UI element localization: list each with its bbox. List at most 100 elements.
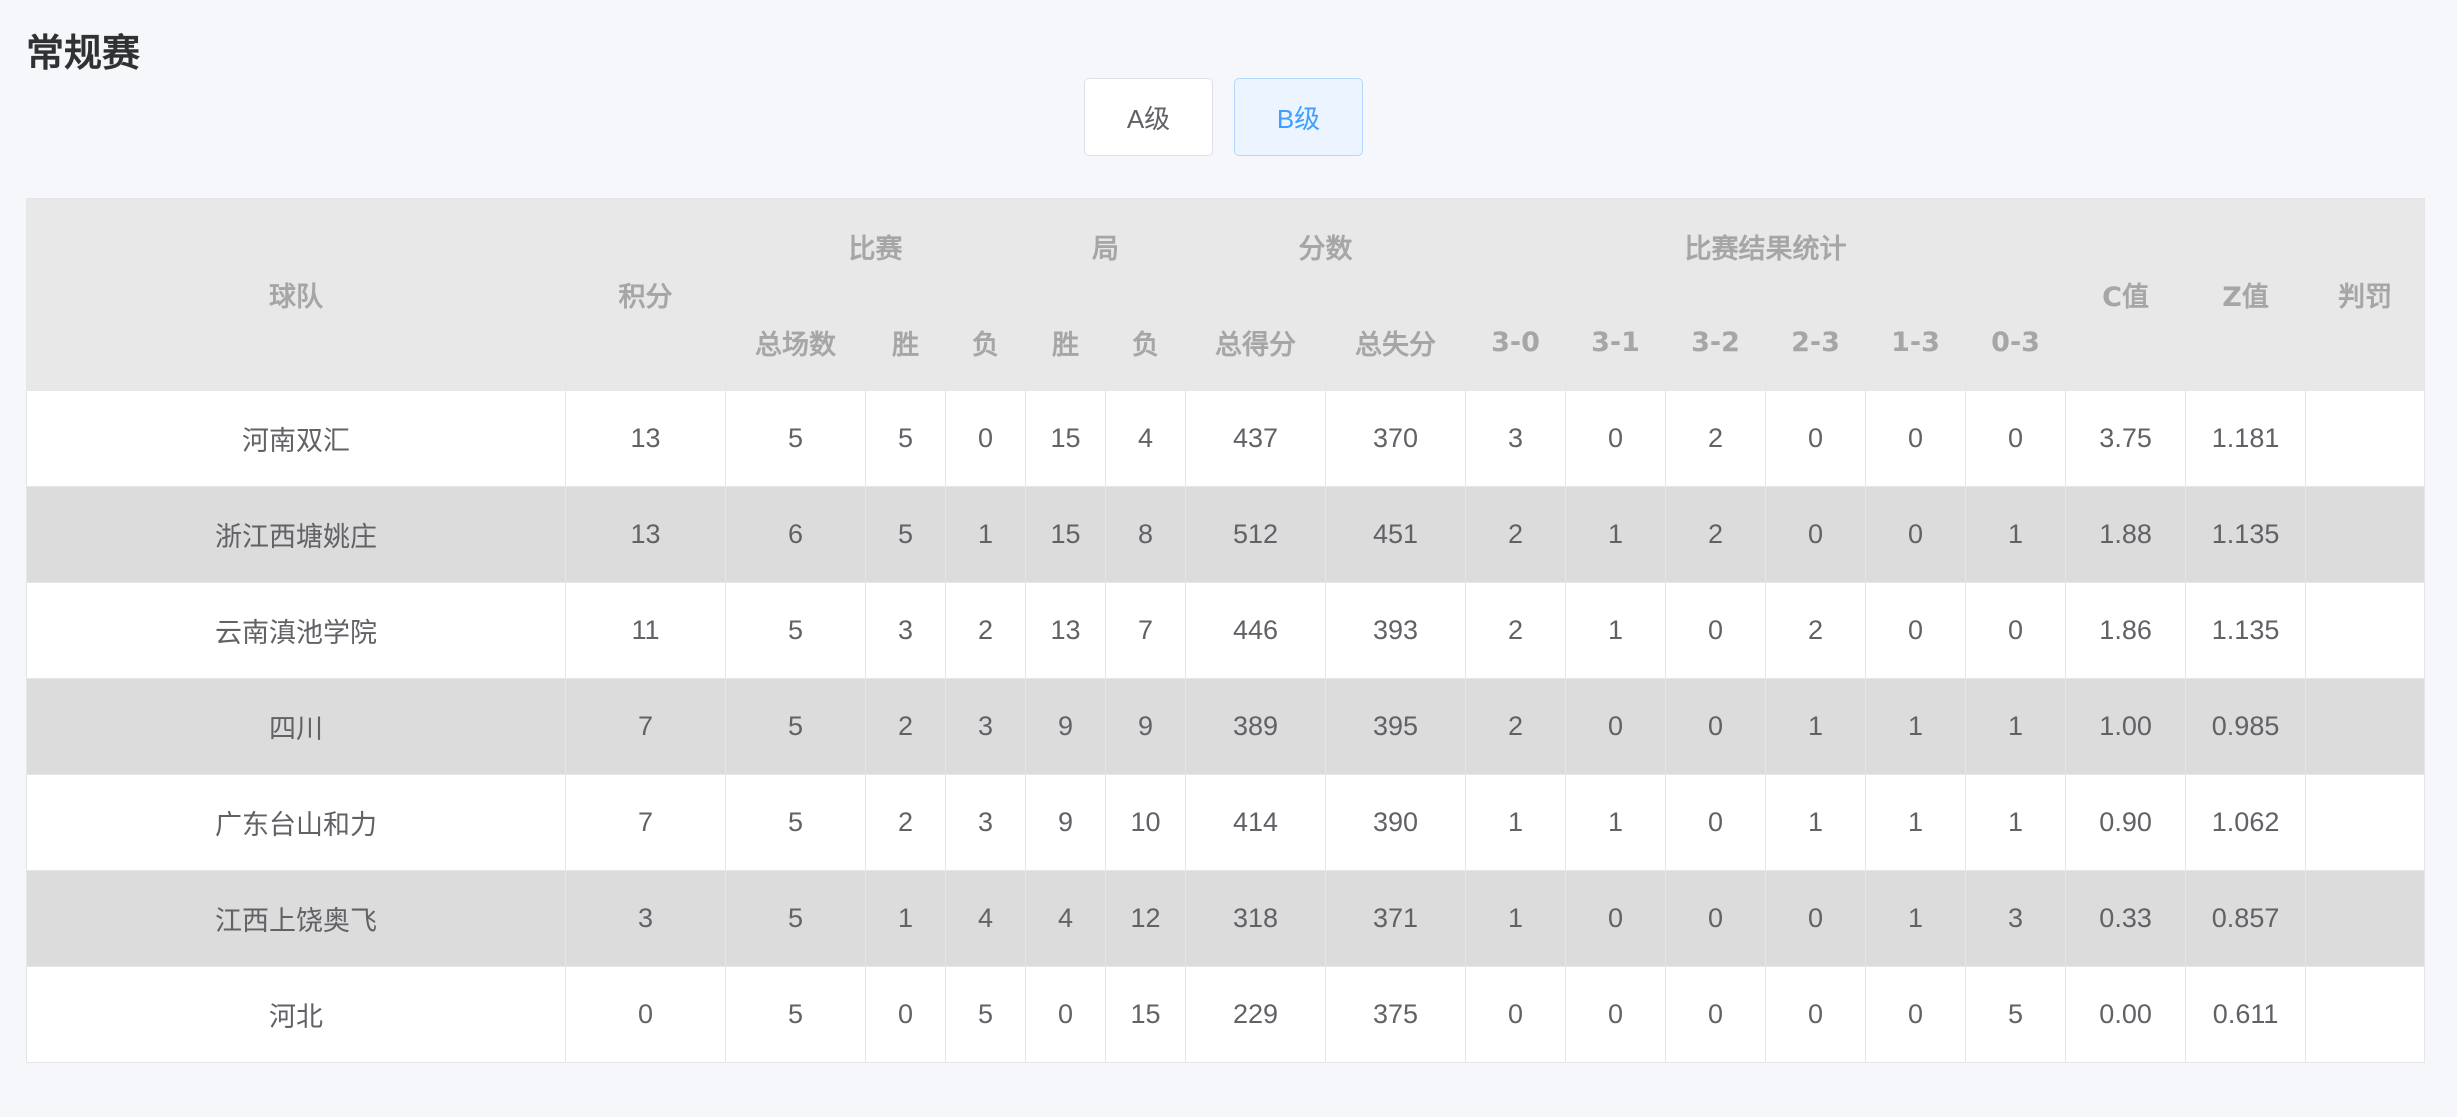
team-name-cell: 江西上饶奥飞 (26, 870, 566, 967)
header-points-against: 总失分 (1325, 293, 1467, 391)
points-cell: 3 (565, 870, 726, 967)
team-name-cell: 河南双汇 (26, 390, 566, 487)
header-games-won: 胜 (1025, 293, 1107, 391)
header-result-1-3: 1-3 (1865, 293, 1967, 391)
result-2-3-cell: 0 (1765, 486, 1867, 583)
header-result-2-3: 2-3 (1765, 293, 1867, 391)
result-2-3-cell: 0 (1765, 966, 1867, 1063)
penalty-cell (2305, 486, 2426, 583)
penalty-cell (2305, 582, 2426, 679)
points-against-cell: 395 (1325, 678, 1467, 775)
header-result-stats: 比赛结果统计 (1465, 198, 2067, 294)
result-3-0-cell: 0 (1465, 966, 1567, 1063)
page-title: 常规赛 (26, 31, 141, 75)
matches-total-cell: 5 (725, 966, 866, 1063)
result-3-1-cell: 0 (1565, 870, 1667, 967)
result-3-0-cell: 2 (1465, 582, 1567, 679)
header-games-lost: 负 (1105, 293, 1187, 391)
c-value-cell: 1.86 (2065, 582, 2187, 679)
penalty-cell (2305, 390, 2426, 487)
games-won-cell: 15 (1025, 390, 1107, 487)
points-against-cell: 375 (1325, 966, 1467, 1063)
result-3-0-cell: 1 (1465, 774, 1567, 871)
team-name-cell: 河北 (26, 966, 566, 1063)
c-value-cell: 0.00 (2065, 966, 2187, 1063)
header-points: 积分 (565, 198, 726, 391)
points-against-cell: 371 (1325, 870, 1467, 967)
result-3-1-cell: 1 (1565, 774, 1667, 871)
matches-lost-cell: 2 (944, 582, 1027, 679)
matches-total-cell: 5 (725, 774, 866, 871)
result-3-0-cell: 3 (1465, 390, 1567, 487)
matches-total-cell: 5 (725, 390, 866, 487)
level-tabs: A级 B级 (1084, 78, 1363, 156)
result-0-3-cell: 1 (1965, 774, 2067, 871)
games-won-cell: 13 (1025, 582, 1107, 679)
result-2-3-cell: 1 (1765, 678, 1867, 775)
matches-won-cell: 2 (865, 678, 946, 775)
points-for-cell: 512 (1185, 486, 1327, 583)
points-for-cell: 414 (1185, 774, 1327, 871)
points-for-cell: 389 (1185, 678, 1327, 775)
team-name-cell: 广东台山和力 (26, 774, 566, 871)
c-value-cell: 0.33 (2065, 870, 2187, 967)
result-1-3-cell: 0 (1865, 966, 1967, 1063)
header-result-0-3: 0-3 (1965, 293, 2067, 391)
tab-level-b[interactable]: B级 (1234, 78, 1363, 156)
result-1-3-cell: 0 (1865, 582, 1967, 679)
result-3-1-cell: 0 (1565, 390, 1667, 487)
result-3-0-cell: 2 (1465, 678, 1567, 775)
penalty-cell (2305, 774, 2426, 871)
header-matches-total: 总场数 (725, 293, 866, 391)
header-result-3-1: 3-1 (1565, 293, 1667, 391)
matches-won-cell: 5 (865, 390, 946, 487)
matches-lost-cell: 4 (944, 870, 1027, 967)
table-row: 浙江西塘姚庄 13 6 5 1 15 8 512 451 2 1 2 0 0 1 1.88 1.135 (26, 486, 2426, 583)
matches-lost-cell: 3 (944, 678, 1027, 775)
matches-lost-cell: 5 (944, 966, 1027, 1063)
z-value-cell: 1.181 (2185, 390, 2307, 487)
result-0-3-cell: 0 (1965, 582, 2067, 679)
points-cell: 7 (565, 678, 726, 775)
games-won-cell: 4 (1025, 870, 1107, 967)
table-row: 广东台山和力 7 5 2 3 9 10 414 390 1 1 0 1 1 1 0.90 1.062 (26, 774, 2426, 871)
header-result-3-2: 3-2 (1665, 293, 1767, 391)
games-won-cell: 0 (1025, 966, 1107, 1063)
header-matches-lost: 负 (944, 293, 1027, 391)
header-result-3-0: 3-0 (1465, 293, 1567, 391)
result-2-3-cell: 1 (1765, 774, 1867, 871)
table-row: 四川 7 5 2 3 9 9 389 395 2 0 0 1 1 1 1.00 0.985 (26, 678, 2426, 775)
team-name-cell: 浙江西塘姚庄 (26, 486, 566, 583)
points-for-cell: 437 (1185, 390, 1327, 487)
tab-level-a[interactable]: A级 (1084, 78, 1213, 156)
z-value-cell: 1.062 (2185, 774, 2307, 871)
result-3-2-cell: 0 (1665, 582, 1767, 679)
header-score: 分数 (1185, 198, 1467, 294)
games-lost-cell: 10 (1105, 774, 1187, 871)
matches-won-cell: 3 (865, 582, 946, 679)
matches-won-cell: 0 (865, 966, 946, 1063)
team-name-cell: 四川 (26, 678, 566, 775)
table-row: 江西上饶奥飞 3 5 1 4 4 12 318 371 1 0 0 0 1 3 0.33 0.857 (26, 870, 2426, 967)
result-1-3-cell: 1 (1865, 678, 1967, 775)
result-2-3-cell: 2 (1765, 582, 1867, 679)
result-1-3-cell: 1 (1865, 774, 1967, 871)
header-matches-won: 胜 (865, 293, 946, 391)
penalty-cell (2305, 678, 2426, 775)
games-won-cell: 15 (1025, 486, 1107, 583)
points-for-cell: 229 (1185, 966, 1327, 1063)
result-0-3-cell: 3 (1965, 870, 2067, 967)
result-3-2-cell: 0 (1665, 870, 1767, 967)
header-team: 球队 (26, 198, 566, 391)
z-value-cell: 1.135 (2185, 582, 2307, 679)
points-for-cell: 318 (1185, 870, 1327, 967)
points-against-cell: 390 (1325, 774, 1467, 871)
result-3-2-cell: 2 (1665, 486, 1767, 583)
result-3-2-cell: 0 (1665, 678, 1767, 775)
result-1-3-cell: 1 (1865, 870, 1967, 967)
result-3-0-cell: 1 (1465, 870, 1567, 967)
z-value-cell: 1.135 (2185, 486, 2307, 583)
points-against-cell: 393 (1325, 582, 1467, 679)
matches-total-cell: 5 (725, 870, 866, 967)
result-3-1-cell: 0 (1565, 966, 1667, 1063)
